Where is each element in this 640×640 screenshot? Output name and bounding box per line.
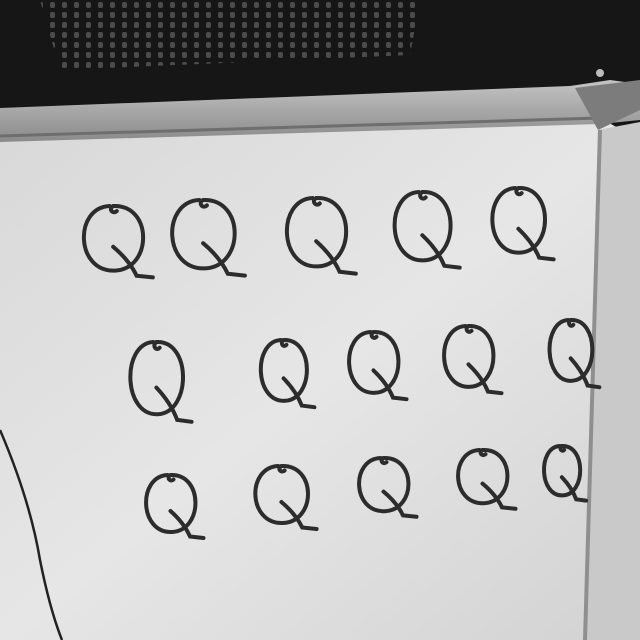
photo-scene: QQQQQQQQQQQQQQQ [0,0,640,640]
frame-screw [596,69,604,77]
